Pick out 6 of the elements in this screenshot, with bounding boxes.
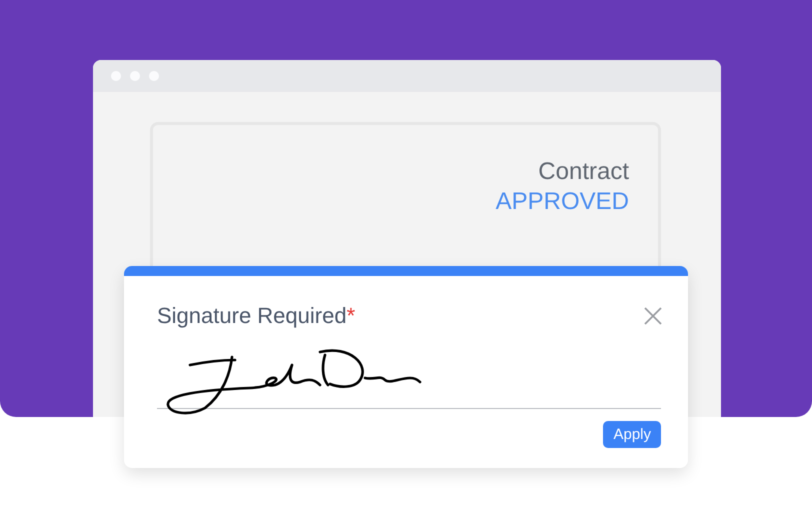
apply-button[interactable]: Apply xyxy=(603,421,661,448)
required-asterisk: * xyxy=(346,303,356,328)
dialog-title: Signature Required xyxy=(157,303,347,328)
document-status: APPROVED xyxy=(496,187,629,217)
close-icon[interactable] xyxy=(644,307,662,325)
document-title: Contract xyxy=(538,157,629,187)
